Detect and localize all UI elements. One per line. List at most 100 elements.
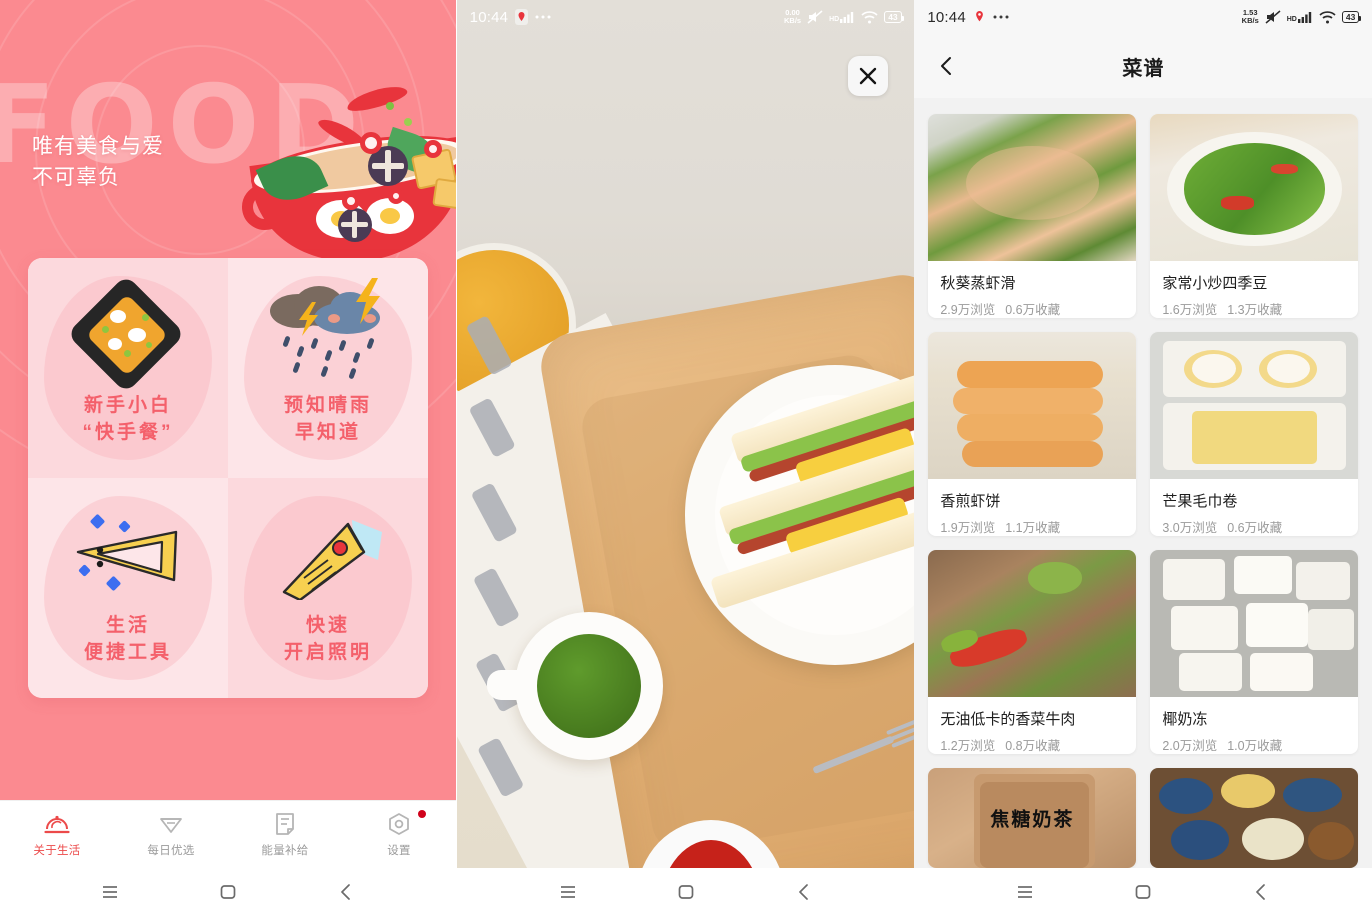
document-icon [276, 813, 294, 835]
page-title: 菜谱 [1122, 57, 1165, 80]
back-chevron-icon[interactable] [794, 882, 814, 902]
gear-hex-icon [389, 813, 409, 835]
hd-label: HD [829, 16, 840, 23]
recipe-thumbnail [1150, 332, 1359, 479]
recipe-name: 芒果毛巾卷 [1162, 493, 1238, 510]
battery-indicator: 43 [1341, 11, 1362, 23]
feature-card-weather[interactable]: 预知晴雨 早知道 [228, 258, 428, 478]
network-speed: 0.00 KB/s [783, 8, 802, 26]
signal-bars-icon [840, 12, 854, 23]
android-navbar-3 [914, 868, 1372, 916]
feature-label-line2: 早知道 [294, 422, 361, 443]
recipe-favorites: 0.6万收藏 [1005, 303, 1061, 317]
feature-label-line2: 便捷工具 [83, 642, 172, 663]
recipe-name: 无油低卡的香菜牛肉 [940, 711, 1076, 728]
diamond-icon [160, 818, 182, 833]
feature-label-line1: 新手小白 [83, 395, 172, 416]
status-time: 10:44 [469, 8, 509, 26]
close-icon [860, 67, 877, 85]
recipe-name: 椰奶冻 [1162, 711, 1208, 728]
recipe-favorites: 1.1万收藏 [1005, 521, 1061, 535]
wifi-icon [861, 10, 878, 23]
recipe-views: 1.6万浏览 [1162, 303, 1218, 317]
three-phone-screenshots: FOOD 唯有美食与爱 不可辜负 新手小白 “快手餐” 预知晴雨 早知道 生活 … [0, 0, 1372, 916]
thumbnail-label: 焦糖奶茶 [990, 809, 1075, 831]
home-square-icon[interactable] [218, 882, 238, 902]
menu-icon[interactable] [1015, 882, 1035, 902]
panel-breakfast-promo: 10:44 0.00 KB/s HD 43 [456, 0, 915, 916]
recipe-views: 3.0万浏览 [1162, 521, 1218, 535]
feature-card-label: 生活 便捷工具 [84, 612, 172, 666]
recipe-views: 2.0万浏览 [1162, 739, 1218, 753]
recipe-card[interactable]: 家常小炒四季豆 1.6万浏览 1.3万收藏 [1150, 114, 1359, 318]
tab-label: 设置 [387, 845, 411, 857]
feature-label-line1: 快速 [305, 615, 350, 636]
recipe-card[interactable]: 椰奶冻 2.0万浏览 1.0万收藏 [1150, 550, 1359, 754]
recipe-card[interactable]: 焦糖奶茶 [928, 768, 1137, 868]
tab-label: 关于生活 [33, 845, 81, 857]
recipe-card[interactable]: 无油低卡的香菜牛肉 1.2万浏览 0.8万收藏 [928, 550, 1137, 754]
recipe-card[interactable]: 秋葵蒸虾滑 2.9万浏览 0.6万收藏 [928, 114, 1137, 318]
network-speed-unit: KB/s [783, 16, 802, 25]
recipe-meta: 2.9万浏览 0.6万收藏 [928, 293, 1136, 318]
recipe-favorites: 1.3万收藏 [1227, 303, 1283, 317]
recipe-card[interactable]: 香煎虾饼 1.9万浏览 1.1万收藏 [928, 332, 1137, 536]
recipe-meta: 2.0万浏览 1.0万收藏 [1150, 729, 1358, 754]
page-header: 菜谱 [914, 34, 1372, 98]
feature-card-label: 新手小白 “快手餐” [82, 392, 173, 446]
hero-slogan-line1: 唯有美食与爱 [32, 135, 164, 158]
feature-card-label: 快速 开启照明 [284, 612, 372, 666]
breakfast-photo-background [456, 0, 915, 868]
feature-card-label: 预知晴雨 早知道 [284, 392, 372, 446]
back-chevron-icon[interactable] [1251, 882, 1271, 902]
tab-energy-supply[interactable]: 能量补给 [228, 811, 342, 858]
menu-icon[interactable] [558, 882, 578, 902]
recipe-thumbnail [1150, 768, 1359, 868]
recipe-card[interactable] [1150, 768, 1359, 868]
home-square-icon[interactable] [1133, 882, 1153, 902]
feature-label-line2: “快手餐” [82, 422, 174, 443]
recipe-card[interactable]: 芒果毛巾卷 3.0万浏览 0.6万收藏 [1150, 332, 1359, 536]
recipe-name: 香煎虾饼 [940, 493, 1001, 510]
panel-recipe-list: 10:44 1.53 KB/s HD 43 菜谱 秋葵蒸虾滑 2.9万浏览 0.… [914, 0, 1372, 916]
food-bowl-illustration [238, 81, 456, 276]
menu-icon[interactable] [100, 882, 120, 902]
feature-label-line1: 预知晴雨 [283, 395, 372, 416]
home-square-icon[interactable] [676, 882, 696, 902]
recipe-thumbnail [928, 114, 1137, 261]
more-dots-icon [993, 15, 1009, 19]
android-navbar-2 [456, 868, 915, 916]
recipe-thumbnail: 焦糖奶茶 [928, 768, 1137, 868]
hero-slogan: 唯有美食与爱 不可辜负 [32, 131, 164, 193]
feature-card-tools[interactable]: 生活 便捷工具 [28, 478, 228, 698]
noodle-dish-icon [66, 274, 188, 394]
feature-label-line2: 开启照明 [283, 642, 372, 663]
mute-icon [807, 10, 823, 24]
close-button[interactable] [848, 56, 889, 96]
cloche-icon [44, 815, 70, 834]
herb-dip-bowl [486, 612, 663, 760]
tab-label: 能量补给 [261, 845, 309, 857]
recipe-thumbnail [928, 550, 1137, 697]
ruler-triangle-icon [68, 500, 188, 608]
feature-grid: 新手小白 “快手餐” 预知晴雨 早知道 生活 便捷工具 快速 开启照明 [28, 258, 428, 698]
panel-home-screen: FOOD 唯有美食与爱 不可辜负 新手小白 “快手餐” 预知晴雨 早知道 生活 … [0, 0, 456, 916]
android-navbar-1 [0, 868, 456, 916]
recipe-thumbnail [1150, 114, 1359, 261]
battery-indicator: 43 [884, 11, 905, 23]
mute-icon [1265, 10, 1281, 24]
hero-slogan-line2: 不可辜负 [32, 166, 120, 189]
tab-about-life[interactable]: 关于生活 [0, 811, 114, 858]
recipe-favorites: 1.0万收藏 [1227, 739, 1283, 753]
recipe-views: 1.9万浏览 [940, 521, 996, 535]
feature-card-flashlight[interactable]: 快速 开启照明 [228, 478, 428, 698]
tab-settings[interactable]: 设置 [342, 810, 456, 858]
feature-label-line1: 生活 [105, 615, 150, 636]
tab-daily-picks[interactable]: 每日优选 [114, 811, 228, 858]
more-dots-icon [535, 15, 551, 19]
recipe-meta: 1.6万浏览 1.3万收藏 [1150, 293, 1358, 318]
back-chevron-icon[interactable] [336, 882, 356, 902]
feature-card-quick-meal[interactable]: 新手小白 “快手餐” [28, 258, 228, 478]
signal-bars-icon [1297, 12, 1312, 23]
recipe-favorites: 0.8万收藏 [1005, 739, 1061, 753]
